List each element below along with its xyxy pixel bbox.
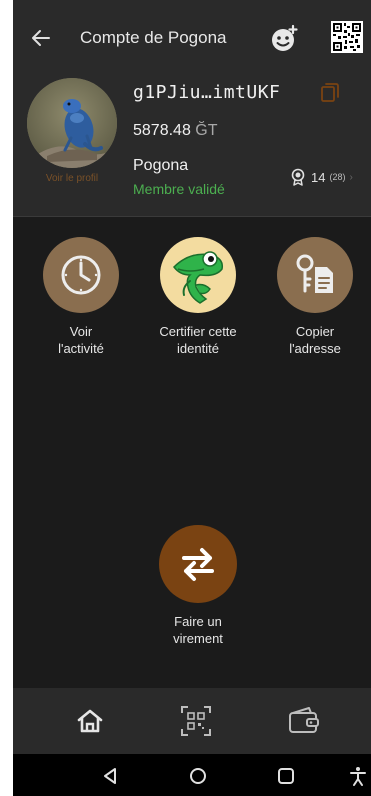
profile-card: Voir le profil g1PJiu…imtUKF 5878.48 ĞT … xyxy=(13,60,371,217)
wallet-address: g1PJiu…imtUKF xyxy=(133,82,281,103)
system-nav-bar xyxy=(13,754,371,796)
chameleon-icon xyxy=(173,251,224,304)
copy-address-label: Copier l'adresse xyxy=(289,324,341,356)
app-screen: Compte de Pogona Voir le profil g1PJiu…i… xyxy=(13,0,371,796)
accessibility-icon[interactable] xyxy=(347,765,369,787)
page-title: Compte de Pogona xyxy=(80,28,227,47)
cert-pending: (28) xyxy=(329,172,346,182)
bottom-nav xyxy=(13,688,371,754)
view-profile-link[interactable]: Voir le profil xyxy=(27,173,117,184)
copy-icon[interactable] xyxy=(319,82,341,104)
transfer-label: Faire un virement xyxy=(173,614,223,646)
action-circle xyxy=(43,237,119,313)
qr-code-icon[interactable] xyxy=(331,21,363,53)
cert-count: 14 xyxy=(311,169,326,185)
balance: 5878.48 ĞT xyxy=(133,122,218,140)
balance-amount: 5878.48 xyxy=(133,122,191,139)
member-status: Membre validé xyxy=(133,181,225,197)
copy-address-button[interactable]: Copier l'adresse xyxy=(260,237,370,357)
action-circle xyxy=(160,237,236,313)
system-recents-icon[interactable] xyxy=(275,765,297,787)
scan-qr-icon[interactable] xyxy=(179,704,213,738)
balance-unit: ĞT xyxy=(195,122,218,139)
lizard-photo xyxy=(27,78,117,168)
home-icon[interactable] xyxy=(73,704,107,738)
system-back-icon[interactable] xyxy=(99,765,121,787)
avatar[interactable] xyxy=(27,78,117,168)
transfer-button[interactable]: Faire un virement xyxy=(143,525,253,647)
contact-add-icon[interactable] xyxy=(269,24,299,54)
identity-name: Pogona xyxy=(133,157,189,174)
view-activity-button[interactable]: Voir l'activité xyxy=(26,237,136,357)
wallet-icon[interactable] xyxy=(287,704,321,738)
back-arrow-icon[interactable] xyxy=(29,26,53,50)
certifications-count[interactable]: 14 (28) › xyxy=(289,168,353,186)
certify-identity-label: Certifier cette identité xyxy=(159,324,237,356)
action-circle xyxy=(159,525,237,603)
view-activity-label: Voir l'activité xyxy=(58,324,104,356)
key-document-icon xyxy=(296,254,333,293)
chevron-right-icon: › xyxy=(349,171,353,183)
system-home-icon[interactable] xyxy=(187,765,209,787)
award-icon xyxy=(291,168,305,186)
transfer-arrows-icon xyxy=(182,548,214,581)
clock-icon xyxy=(61,255,101,295)
action-circle xyxy=(277,237,353,313)
certify-identity-button[interactable]: Certifier cette identité xyxy=(143,237,253,357)
